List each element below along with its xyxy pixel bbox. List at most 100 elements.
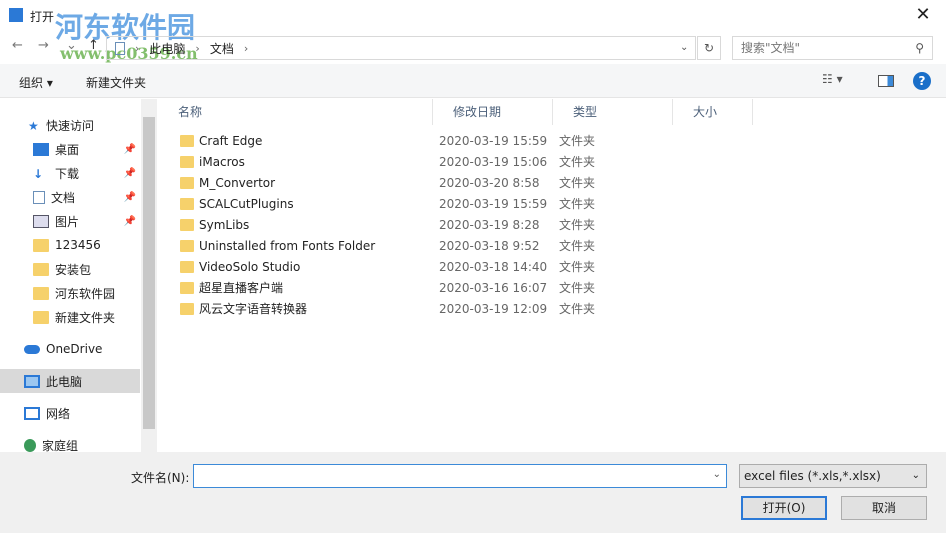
file-row[interactable]: Craft Edge 2020-03-19 15:59 文件夹	[158, 131, 946, 152]
sidebar-item-folder[interactable]: 新建文件夹	[0, 305, 140, 329]
file-date: 2020-03-19 15:59	[439, 197, 548, 211]
column-header-date[interactable]: 修改日期	[433, 99, 553, 125]
file-type: 文件夹	[559, 239, 596, 253]
sidebar-item-downloads[interactable]: ↓ 下载 📌	[0, 161, 140, 185]
file-type: 文件夹	[559, 302, 596, 316]
homegroup-icon	[24, 438, 36, 452]
file-date: 2020-03-19 12:09	[439, 302, 548, 316]
up-button[interactable]: ↑	[88, 38, 99, 53]
computer-icon	[24, 374, 40, 388]
breadcrumb-this-pc[interactable]: 此电脑	[149, 40, 185, 57]
new-folder-button[interactable]: 新建文件夹	[86, 74, 146, 91]
file-row[interactable]: Uninstalled from Fonts Folder 2020-03-18…	[158, 236, 946, 257]
file-type-select[interactable]: excel files (*.xls,*.xlsx) ⌄	[739, 464, 927, 488]
filename-dropdown[interactable]: ⌄	[713, 469, 721, 480]
sidebar-item-label: 此电脑	[46, 374, 83, 389]
column-header-size[interactable]: 大小	[673, 99, 753, 125]
sidebar-item-label: 河东软件园	[55, 286, 116, 301]
pin-icon[interactable]: 📌	[124, 216, 136, 227]
address-bar[interactable]: › 此电脑 › 文档 ›	[106, 36, 696, 60]
file-date: 2020-03-18 9:52	[439, 239, 540, 253]
scrollbar-thumb[interactable]	[143, 117, 155, 429]
window-title: 打开	[30, 10, 55, 24]
file-row[interactable]: VideoSolo Studio 2020-03-18 14:40 文件夹	[158, 257, 946, 278]
sidebar-item-folder[interactable]: 123456	[0, 233, 140, 257]
folder-icon	[180, 240, 194, 252]
sidebar-item-pictures[interactable]: 图片 📌	[0, 209, 140, 233]
sidebar-item-label: 新建文件夹	[55, 310, 116, 325]
file-row[interactable]: 超星直播客户端 2020-03-16 16:07 文件夹	[158, 278, 946, 299]
folder-icon	[33, 262, 49, 276]
file-row[interactable]: iMacros 2020-03-19 15:06 文件夹	[158, 152, 946, 173]
search-input[interactable]: 搜索"文档" ⚲	[732, 36, 933, 60]
search-icon[interactable]: ⚲	[915, 37, 924, 59]
network-icon	[24, 406, 40, 420]
file-type-value: excel files (*.xls,*.xlsx)	[744, 469, 881, 483]
sidebar-item-label: 家庭组	[42, 438, 79, 453]
sidebar-item-desktop[interactable]: 桌面 📌	[0, 137, 140, 161]
file-type: 文件夹	[559, 218, 596, 232]
folder-icon	[33, 286, 49, 300]
breadcrumb-separator[interactable]: ›	[244, 42, 248, 55]
sidebar-item-folder[interactable]: 河东软件园	[0, 281, 140, 305]
file-name: 风云文字语音转换器	[199, 302, 308, 316]
pin-icon[interactable]: 📌	[124, 192, 136, 203]
filename-input[interactable]: ⌄	[193, 464, 727, 488]
column-header-type[interactable]: 类型	[553, 99, 673, 125]
preview-pane-icon[interactable]	[878, 75, 894, 87]
cancel-button[interactable]: 取消	[841, 496, 927, 520]
sidebar-item-label: 图片	[55, 214, 80, 229]
file-name: VideoSolo Studio	[199, 260, 301, 274]
chevron-down-icon: ⌄	[911, 470, 920, 481]
sidebar-item-label: 网络	[46, 406, 71, 421]
view-options-icon[interactable]: ☷ ▾	[822, 72, 843, 86]
document-icon	[33, 190, 45, 204]
close-button[interactable]: ✕	[900, 0, 946, 32]
forward-button[interactable]: →	[38, 38, 49, 53]
sidebar-item-documents[interactable]: 文档 📌	[0, 185, 140, 209]
sidebar-item-folder[interactable]: 安装包	[0, 257, 140, 281]
file-name: M_Convertor	[199, 176, 276, 190]
sidebar-item-onedrive[interactable]: OneDrive	[0, 337, 140, 361]
pin-icon[interactable]: 📌	[124, 144, 136, 155]
desktop-icon	[33, 142, 49, 156]
recent-locations-button[interactable]: ⌄	[66, 38, 77, 53]
address-dropdown[interactable]: ⌄	[680, 42, 688, 53]
file-name: Uninstalled from Fonts Folder	[199, 239, 376, 253]
sidebar-item-label: 桌面	[55, 142, 80, 157]
file-row[interactable]: SCALCutPlugins 2020-03-19 15:59 文件夹	[158, 194, 946, 215]
folder-icon	[180, 282, 194, 294]
folder-icon	[33, 238, 49, 252]
breadcrumb-documents[interactable]: 文档	[210, 40, 234, 57]
sidebar-item-this-pc[interactable]: 此电脑	[0, 369, 140, 393]
organize-button[interactable]: 组织 ▾	[19, 74, 53, 91]
picture-icon	[33, 214, 49, 228]
file-name: SCALCutPlugins	[199, 197, 294, 211]
sidebar-scrollbar[interactable]	[141, 99, 157, 452]
file-row[interactable]: 风云文字语音转换器 2020-03-19 12:09 文件夹	[158, 299, 946, 320]
file-type: 文件夹	[559, 176, 596, 190]
refresh-button[interactable]: ↻	[697, 36, 721, 60]
help-button[interactable]: ?	[913, 72, 931, 90]
star-icon: ★	[28, 118, 39, 133]
sidebar-item-network[interactable]: 网络	[0, 401, 140, 425]
file-type: 文件夹	[559, 155, 596, 169]
title-bar: 打开 ✕	[0, 0, 946, 32]
navigation-bar: ← → ⌄ ↑ › 此电脑 › 文档 › ⌄ ↻ 搜索"文档" ⚲	[0, 34, 946, 62]
column-header-name[interactable]: 名称	[158, 99, 433, 125]
folder-icon	[180, 177, 194, 189]
folder-icon	[180, 156, 194, 168]
sidebar-item-label: 下载	[55, 166, 80, 181]
file-row[interactable]: M_Convertor 2020-03-20 8:58 文件夹	[158, 173, 946, 194]
breadcrumb-separator[interactable]: ›	[195, 42, 199, 55]
file-name: 超星直播客户端	[199, 281, 284, 295]
back-button[interactable]: ←	[12, 38, 23, 53]
search-placeholder: 搜索"文档"	[741, 41, 801, 55]
open-button[interactable]: 打开(O)	[741, 496, 827, 520]
pin-icon[interactable]: 📌	[124, 168, 136, 179]
breadcrumb-separator[interactable]: ›	[135, 42, 139, 55]
file-name: SymLibs	[199, 218, 250, 232]
file-row[interactable]: SymLibs 2020-03-19 8:28 文件夹	[158, 215, 946, 236]
sidebar-item-quick-access[interactable]: ★ 快速访问	[0, 113, 140, 137]
download-icon: ↓	[33, 166, 44, 181]
